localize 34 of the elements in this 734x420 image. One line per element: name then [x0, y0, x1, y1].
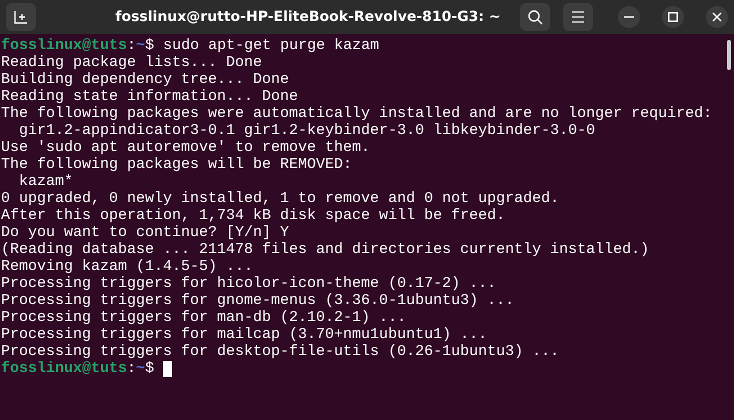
output-line: 0 upgraded, 0 newly installed, 1 to remove and 0 not upgraded. [1, 190, 560, 207]
output-line: Use 'sudo apt autoremove' to remove them. [1, 139, 370, 156]
output-line: Building dependency tree... Done [1, 71, 290, 88]
maximize-button[interactable] [662, 6, 684, 28]
output-line: Processing triggers for gnome-menus (3.36.0-1ubuntu3) ... [1, 292, 514, 309]
search-button[interactable] [520, 3, 550, 31]
output-line: gir1.2-appindicator3-0.1 gir1.2-keybinder-3.0 libkeybinder-3.0-0 [18, 122, 596, 139]
output-line: Processing triggers for hicolor-icon-theme (0.17-2) ... [1, 275, 496, 292]
new-tab-button[interactable] [6, 3, 36, 31]
prompt-line: fosslinux@tuts:~$ [1, 360, 172, 377]
output-line: Reading package lists... Done [1, 54, 262, 71]
search-icon [527, 9, 543, 25]
close-button[interactable] [706, 6, 728, 28]
maximize-icon [668, 12, 678, 22]
output-line: Removing kazam (1.4.5-5) ... [1, 258, 254, 275]
output-line: The following packages will be REMOVED: [1, 156, 352, 173]
output-line: Reading state information... Done [1, 88, 298, 105]
menu-icon [571, 11, 585, 23]
minimize-button[interactable] [618, 6, 640, 28]
output-line: Processing triggers for man-db (2.10.2-1) ... [1, 309, 406, 326]
output-line: Processing triggers for mailcap (3.70+nmu1ubuntu1) ... [1, 326, 488, 343]
new-tab-icon [14, 10, 28, 24]
close-icon [712, 12, 722, 22]
scrollbar-thumb[interactable] [727, 40, 731, 70]
output-line: (Reading database ... 211478 files and directories currently installed.) [1, 241, 650, 258]
minimize-icon [624, 16, 634, 18]
output-line: After this operation, 1,734 kB disk space will be freed. [1, 207, 506, 224]
output-line: The following packages were automatically installed and are no longer required: [1, 105, 712, 122]
menu-button[interactable] [563, 3, 593, 31]
output-line: Do you want to continue? [Y/n] Y [1, 224, 290, 241]
output-line: Processing triggers for desktop-file-utils (0.26-1ubuntu3) ... [1, 343, 560, 360]
prompt-line: fosslinux@tuts:~$ sudo apt-get purge kazam [1, 37, 380, 54]
output-line: kazam* [18, 173, 74, 190]
window-title: fosslinux@rutto-HP-EliteBook-Revolve-810-G3: ~ [114, 9, 502, 25]
